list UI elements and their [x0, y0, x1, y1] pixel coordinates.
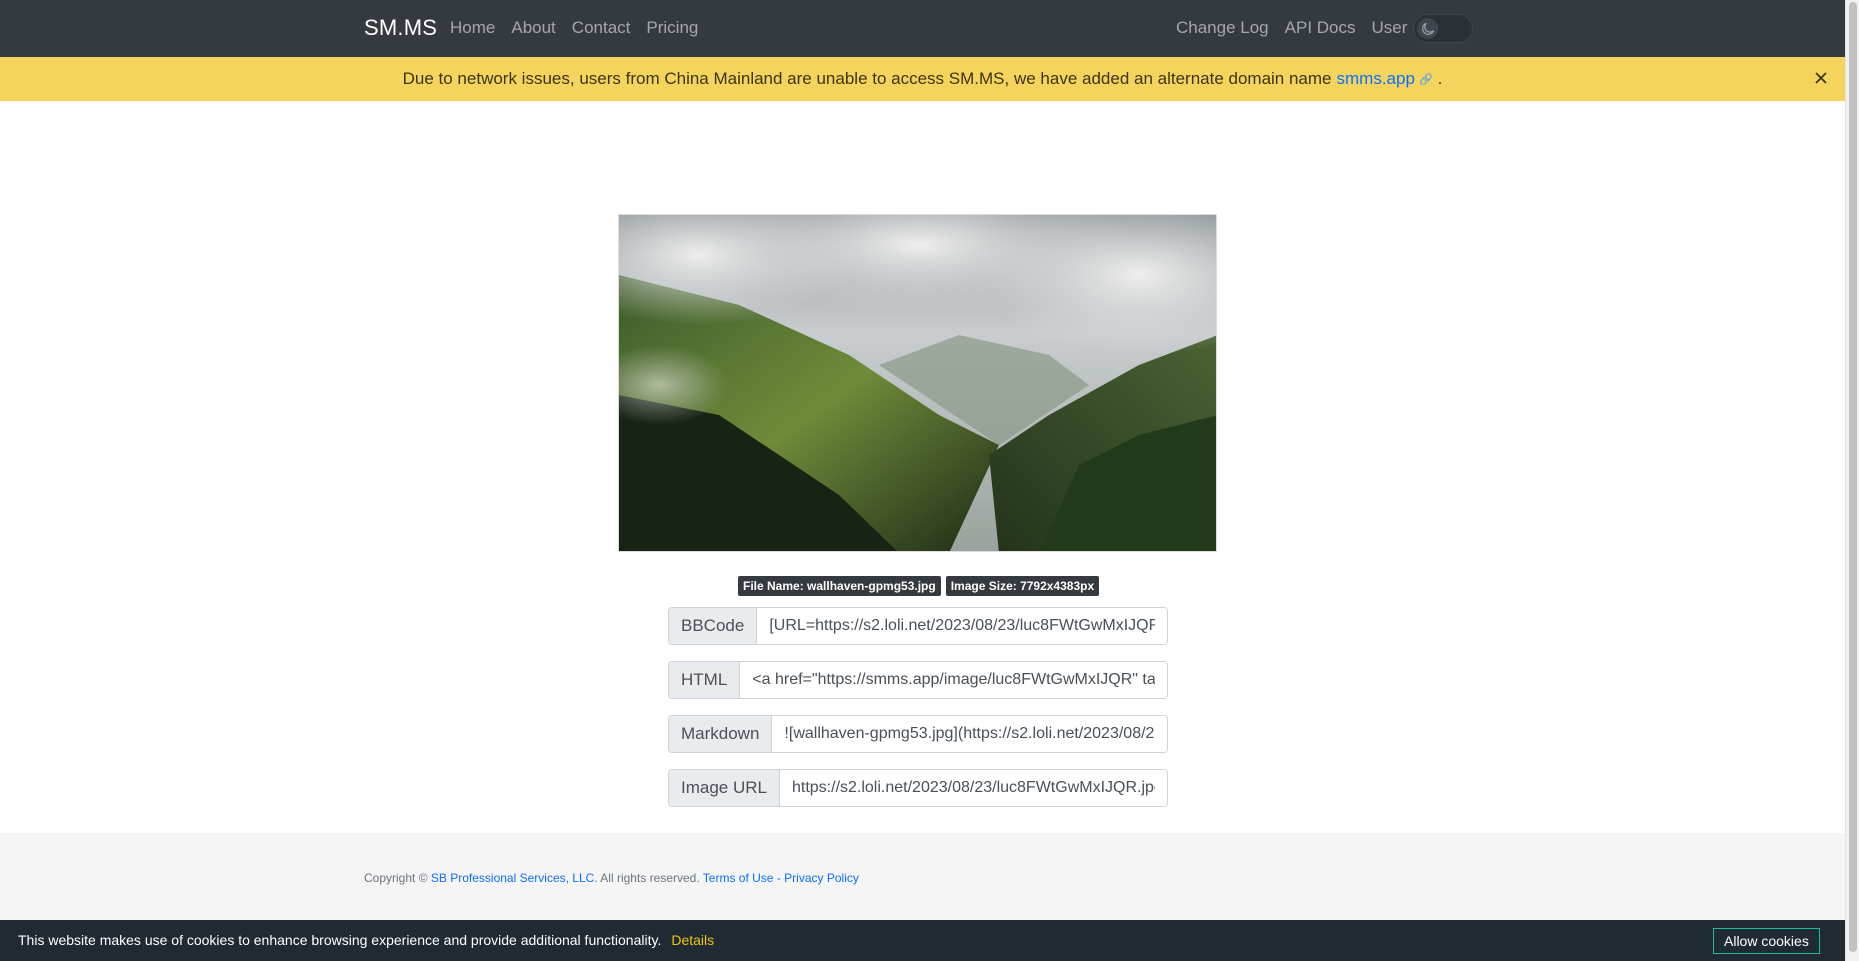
cookie-message: This website makes use of cookies to enh…: [18, 932, 714, 948]
cookie-message-text: This website makes use of cookies to enh…: [18, 932, 662, 948]
dark-mode-toggle[interactable]: [1413, 14, 1473, 43]
company-link[interactable]: SB Professional Services, LLC: [431, 871, 594, 885]
moon-icon: [1417, 18, 1438, 39]
image-url-input[interactable]: [779, 770, 1167, 806]
cookie-consent-bar: This website makes use of cookies to enh…: [0, 920, 1845, 961]
alert-message: Due to network issues, users from China …: [402, 69, 1332, 88]
nav-changelog-link[interactable]: Change Log: [1176, 18, 1269, 38]
page: SM.MS Home About Contact Pricing Change …: [0, 0, 1845, 961]
brand-logo[interactable]: SM.MS: [364, 15, 437, 41]
nav-pricing-link[interactable]: Pricing: [646, 18, 698, 38]
nav-apidocs-link[interactable]: API Docs: [1285, 18, 1356, 38]
html-input[interactable]: [740, 662, 1167, 698]
copyright-prefix: Copyright ©: [364, 871, 428, 885]
nav-left: Home About Contact Pricing: [450, 18, 698, 38]
html-field-group: HTML: [668, 661, 1168, 699]
rights-text: . All rights reserved.: [594, 871, 700, 885]
html-label: HTML: [669, 662, 741, 698]
image-url-label: Image URL: [669, 770, 780, 806]
image-size-badge: Image Size: 7792x4383px: [945, 576, 1100, 596]
nav-right: Change Log API Docs User: [1176, 18, 1424, 38]
bbcode-input[interactable]: [757, 608, 1167, 644]
uploaded-image-preview[interactable]: [618, 214, 1217, 552]
page-scrollbar[interactable]: [1845, 0, 1859, 961]
copyright: Copyright © SB Professional Services, LL…: [364, 871, 859, 885]
markdown-label: Markdown: [669, 716, 773, 752]
image-url-field-group: Image URL: [668, 769, 1168, 807]
navbar: SM.MS Home About Contact Pricing Change …: [0, 0, 1845, 57]
terms-link[interactable]: Terms of Use: [703, 871, 774, 885]
nav-home-link[interactable]: Home: [450, 18, 495, 38]
scrollbar-thumb[interactable]: [1849, 2, 1857, 952]
user-dropdown-label: User: [1371, 18, 1408, 37]
alert-period: .: [1437, 69, 1443, 88]
alt-domain-link[interactable]: smms.app: [1337, 69, 1415, 89]
privacy-link[interactable]: Privacy Policy: [784, 871, 859, 885]
markdown-field-group: Markdown: [668, 715, 1168, 753]
nav-contact-link[interactable]: Contact: [572, 18, 631, 38]
image-info-badges: File Name: wallhaven-gpmg53.jpg Image Si…: [738, 576, 1100, 596]
markdown-input[interactable]: [772, 716, 1167, 752]
file-name-badge: File Name: wallhaven-gpmg53.jpg: [738, 576, 941, 596]
close-icon[interactable]: [1809, 66, 1833, 90]
footer-separator: -: [776, 871, 781, 885]
external-link-icon: 🔗: [1418, 73, 1433, 86]
nav-about-link[interactable]: About: [511, 18, 555, 38]
bbcode-label: BBCode: [669, 608, 758, 644]
cookie-details-link[interactable]: Details: [671, 932, 714, 948]
bbcode-field-group: BBCode: [668, 607, 1168, 645]
allow-cookies-button[interactable]: Allow cookies: [1713, 928, 1820, 954]
network-alert: Due to network issues, users from China …: [0, 57, 1845, 101]
